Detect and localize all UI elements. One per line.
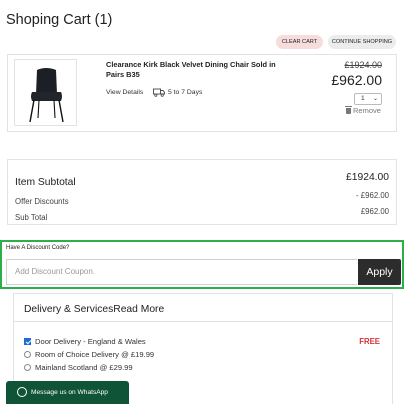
cart-item: Clearance Kirk Black Velvet Dining Chair… bbox=[7, 54, 397, 132]
delivery-option-label: Room of Choice Delivery @ £19.99 bbox=[35, 350, 155, 359]
page-title: Shoping Cart (1) bbox=[6, 12, 113, 28]
order-summary: Item Subtotal £1924.00 Offer Discounts -… bbox=[7, 159, 397, 225]
chevron-down-icon: ⌄ bbox=[372, 96, 378, 102]
summary-row-sub-total: Sub Total £962.00 bbox=[15, 207, 389, 225]
checkbox-checked-icon[interactable] bbox=[24, 338, 31, 345]
whatsapp-label: Message us on WhatsApp bbox=[31, 389, 108, 396]
read-more-link[interactable]: Read More bbox=[113, 304, 164, 315]
product-name[interactable]: Clearance Kirk Black Velvet Dining Chair… bbox=[106, 60, 276, 79]
summary-row-item-subtotal: Item Subtotal £1924.00 bbox=[15, 172, 389, 190]
sub-total-value: £962.00 bbox=[360, 207, 389, 216]
offer-discounts-value: - £962.00 bbox=[356, 191, 389, 200]
view-details-link[interactable]: View Details bbox=[106, 89, 143, 96]
truck-icon bbox=[153, 88, 165, 97]
delivery-option-door[interactable]: Door Delivery - England & Wales bbox=[24, 337, 146, 346]
item-subtotal-value: £1924.00 bbox=[346, 172, 389, 183]
apply-button[interactable]: Apply bbox=[358, 259, 401, 285]
delivery-time: 5 to 7 Days bbox=[168, 89, 203, 96]
discount-coupon-input[interactable]: Add Discount Coupon. bbox=[6, 259, 357, 285]
quantity-value: 1 bbox=[361, 95, 365, 102]
remove-button[interactable]: Remove bbox=[345, 105, 381, 115]
item-subtotal-label: Item Subtotal bbox=[15, 177, 76, 188]
discount-code-label: Have A Discount Code? bbox=[6, 245, 70, 251]
continue-shopping-button[interactable]: CONTINUE SHOPPING bbox=[328, 35, 396, 49]
trash-icon bbox=[345, 105, 352, 114]
sub-total-label: Sub Total bbox=[15, 213, 48, 222]
discount-code-section: Have A Discount Code? Add Discount Coupo… bbox=[0, 240, 404, 289]
remove-label: Remove bbox=[353, 106, 381, 115]
delivery-option-label: Mainland Scotland @ £29.99 bbox=[35, 363, 133, 372]
product-image[interactable] bbox=[14, 59, 77, 126]
delivery-services-heading: Delivery & ServicesRead More bbox=[14, 294, 392, 322]
whatsapp-button[interactable]: Message us on WhatsApp bbox=[6, 381, 129, 404]
radio-icon[interactable] bbox=[24, 351, 31, 358]
whatsapp-icon bbox=[17, 387, 27, 397]
radio-icon[interactable] bbox=[24, 364, 31, 371]
delivery-option-room-of-choice[interactable]: Room of Choice Delivery @ £19.99 bbox=[24, 350, 154, 359]
clear-cart-button[interactable]: CLEAR CART bbox=[276, 35, 323, 49]
current-price: £962.00 bbox=[331, 72, 382, 88]
offer-discounts-label: Offer Discounts bbox=[15, 197, 69, 206]
quantity-select[interactable]: 1 ⌄ bbox=[354, 93, 382, 105]
delivery-price-free: FREE bbox=[359, 337, 380, 346]
original-price: £1924.00 bbox=[344, 60, 382, 70]
delivery-option-scotland[interactable]: Mainland Scotland @ £29.99 bbox=[24, 363, 133, 372]
delivery-option-label: Door Delivery - England & Wales bbox=[35, 337, 146, 346]
